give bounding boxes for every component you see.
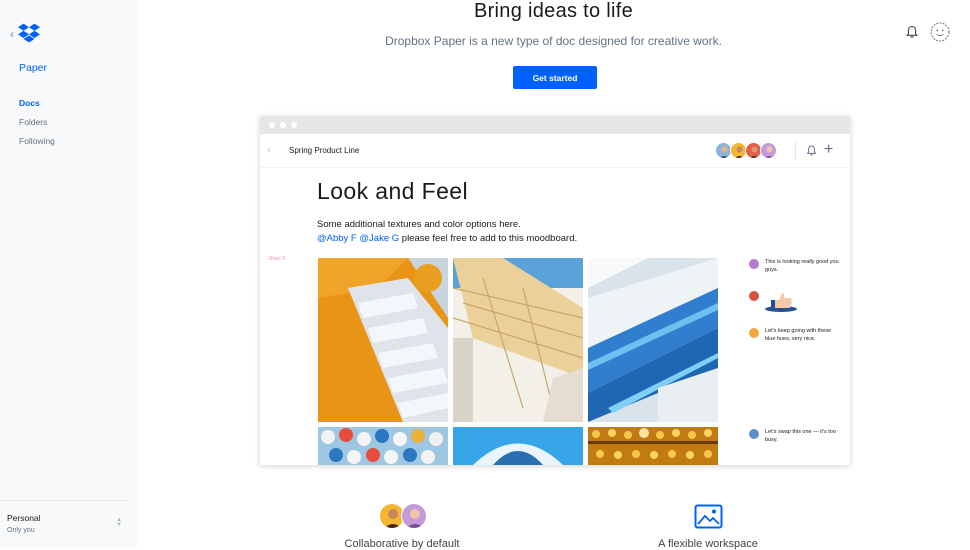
add-plus-icon[interactable]: +: [824, 141, 833, 159]
window-dot-icon: [291, 122, 297, 128]
author-margin-tag: Shari S: [269, 256, 286, 262]
window-titlebar: [260, 116, 850, 134]
comment-avatar: [749, 259, 759, 269]
collaborator-avatar[interactable]: [760, 142, 777, 159]
comment-avatar: [749, 429, 759, 439]
comment-avatar: [749, 328, 759, 338]
comment[interactable]: This is looking really good you guys.: [749, 259, 843, 274]
account-switcher[interactable]: Personal Only you ▲ ▼: [0, 500, 126, 534]
sidebar-item-docs[interactable]: Docs: [19, 97, 55, 116]
doc-paragraph: Some additional textures and color optio…: [317, 219, 521, 230]
dropbox-logo-icon[interactable]: [18, 23, 40, 43]
page-subtitle: Dropbox Paper is a new type of doc desig…: [385, 34, 722, 48]
sidebar-item-folders[interactable]: Folders: [19, 116, 55, 135]
moodboard-photo[interactable]: [318, 427, 448, 465]
thumbs-up-sticker-icon: [765, 293, 797, 312]
header-divider: [795, 141, 796, 161]
comment-avatar: [749, 291, 759, 301]
mention-link[interactable]: @Jake G: [359, 233, 399, 244]
window-dot-icon: [280, 122, 286, 128]
comment-text: This is looking really good you guys.: [765, 259, 839, 273]
sidebar-nav: Docs Folders Following: [19, 97, 55, 154]
doc-name: Spring Product Line: [289, 146, 360, 155]
account-subtitle: Only you: [7, 527, 35, 534]
moodboard-photo[interactable]: [588, 258, 718, 422]
account-title: Personal: [7, 513, 41, 523]
doc-title: Look and Feel: [317, 178, 468, 204]
comment[interactable]: Let's keep going with these blue hues, v…: [749, 328, 843, 343]
comment[interactable]: [749, 291, 799, 313]
page-title: Bring ideas to life: [473, 0, 634, 22]
collaborative-avatars: [379, 503, 427, 529]
doc-header: ‹ Spring Product Line +: [260, 134, 850, 168]
feature-title: Collaborative by default: [344, 538, 460, 550]
comment[interactable]: Let's swap this one — it's too busy.: [749, 429, 843, 444]
doc-paragraph-mentions: @Abby F @Jake G please feel free to add …: [317, 233, 577, 244]
paragraph-text: please feel free to add to this moodboar…: [401, 233, 578, 244]
user-avatar-icon[interactable]: [930, 22, 950, 42]
moodboard-photo[interactable]: [588, 427, 718, 465]
feature-title: A flexible workspace: [658, 538, 758, 550]
get-started-button[interactable]: Get started: [513, 66, 597, 89]
feature-avatar: [401, 503, 427, 529]
window-dot-icon: [269, 122, 275, 128]
sidebar-item-following[interactable]: Following: [19, 135, 55, 154]
doc-back-chevron-icon[interactable]: ‹: [267, 144, 271, 156]
moodboard-photo[interactable]: [318, 258, 448, 422]
doc-preview-window: ‹ Spring Product Line + Look and Feel So…: [260, 116, 850, 465]
back-chevron-icon[interactable]: ‹: [10, 27, 14, 41]
image-frame-icon: [694, 504, 723, 529]
moodboard-photo[interactable]: [453, 258, 583, 422]
collaborator-avatars: [715, 142, 777, 159]
sidebar: ‹ Paper Docs Folders Following Personal …: [0, 0, 137, 548]
notifications-bell-icon[interactable]: [905, 25, 919, 39]
mention-link[interactable]: @Abby F: [317, 233, 357, 244]
comment-text: Let's swap this one — it's too busy.: [765, 429, 836, 443]
doc-bell-icon[interactable]: [806, 145, 817, 157]
comment-text: Let's keep going with these blue hues, v…: [765, 328, 832, 342]
moodboard-photo[interactable]: [453, 427, 583, 465]
updown-chevron-icon: ▲ ▼: [116, 517, 122, 528]
paper-home-link[interactable]: Paper: [19, 62, 47, 74]
